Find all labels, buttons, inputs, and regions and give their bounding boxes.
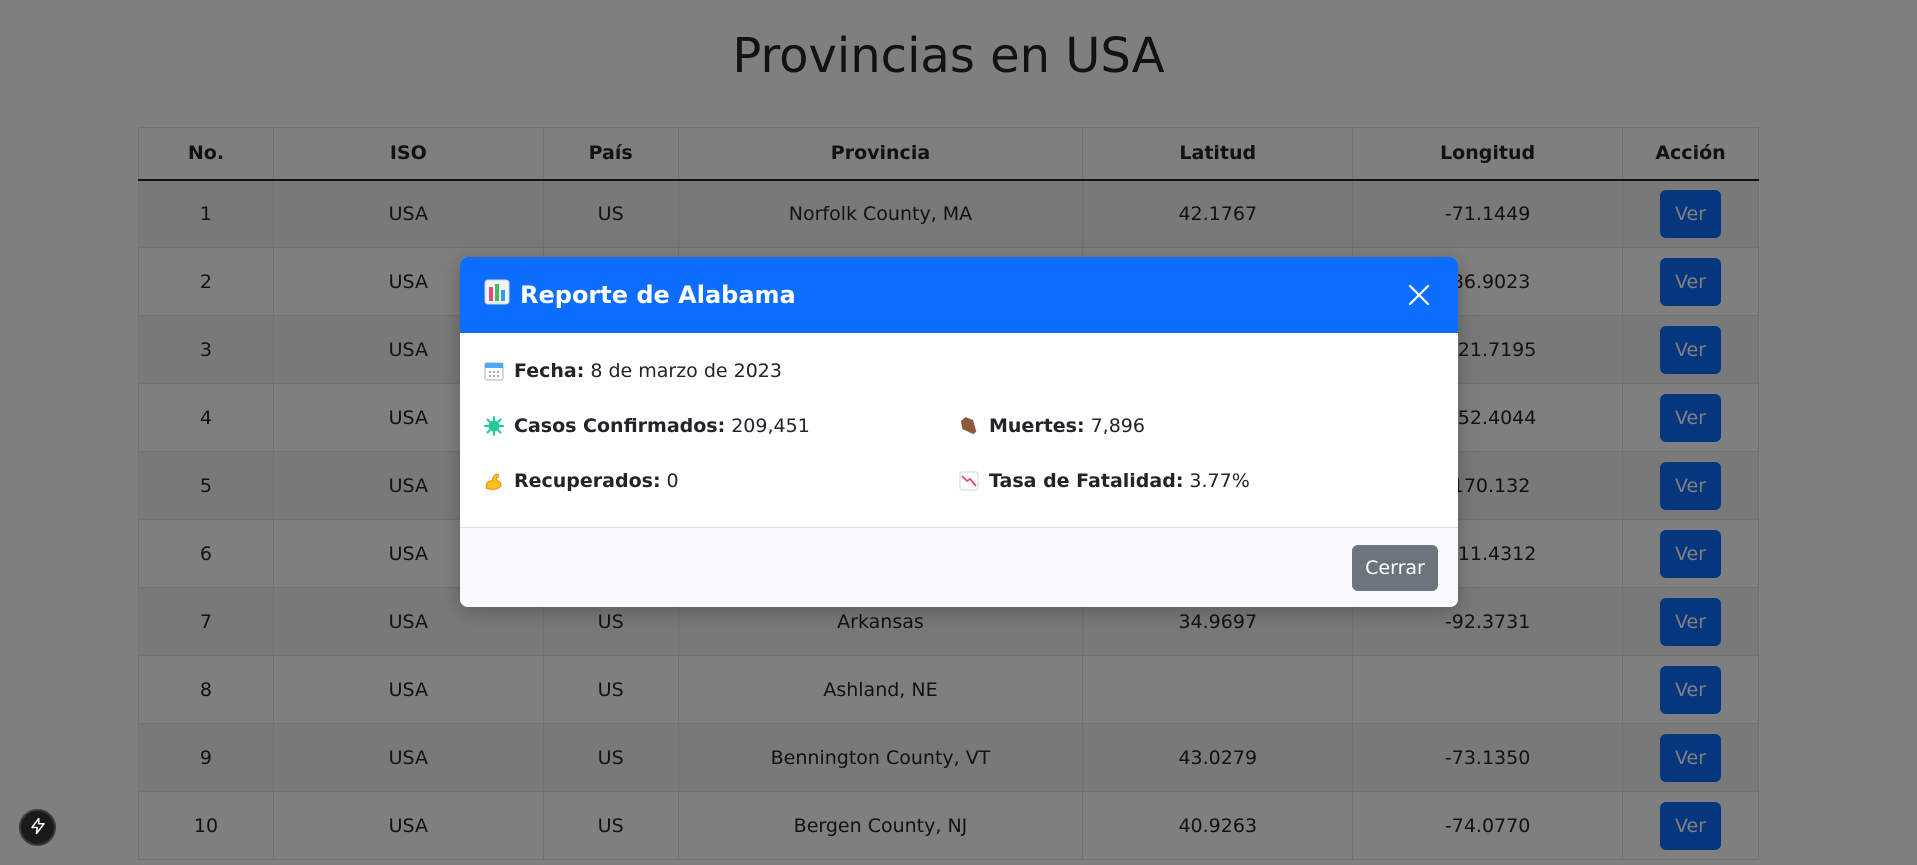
casos-label: Casos Confirmados:	[514, 414, 726, 437]
recuperados-label: Recuperados:	[514, 469, 661, 492]
report-modal: Reporte de Alabama Fecha: 8 de marzo de …	[460, 257, 1458, 607]
tasa-label: Tasa de Fatalidad:	[989, 469, 1184, 492]
muertes-value: 7,896	[1090, 414, 1145, 437]
fecha-row: Fecha: 8 de marzo de 2023	[484, 355, 1434, 386]
modal-body: Fecha: 8 de marzo de 2023 Casos Confirma…	[460, 333, 1458, 527]
modal-header: Reporte de Alabama	[460, 257, 1458, 333]
casos-item: Casos Confirmados: 209,451	[484, 415, 959, 437]
dev-tools-button[interactable]	[19, 809, 56, 846]
close-button[interactable]: Cerrar	[1352, 544, 1438, 591]
chart-decreasing-icon	[959, 471, 979, 491]
bar-chart-icon	[484, 279, 510, 311]
recuperados-tasa-row: Recuperados: 0 Tasa de Fatalidad: 3.77%	[484, 465, 1434, 496]
modal-footer: Cerrar	[460, 527, 1458, 607]
recuperados-item: Recuperados: 0	[484, 470, 959, 492]
fecha-label: Fecha:	[514, 359, 585, 382]
fecha-value: 8 de marzo de 2023	[590, 359, 782, 382]
tasa-value: 3.77%	[1189, 469, 1250, 492]
casos-value: 209,451	[731, 414, 810, 437]
casos-muertes-row: Casos Confirmados: 209,451 Muertes: 7,89…	[484, 410, 1434, 441]
tasa-item: Tasa de Fatalidad: 3.77%	[959, 470, 1434, 492]
calendar-icon	[484, 361, 504, 381]
modal-title: Reporte de Alabama	[484, 279, 796, 311]
modal-title-text: Reporte de Alabama	[520, 281, 796, 309]
coffin-icon	[959, 416, 979, 436]
virus-icon	[484, 415, 504, 436]
muertes-label: Muertes:	[989, 414, 1085, 437]
close-icon[interactable]	[1404, 280, 1434, 310]
lightning-icon	[29, 817, 47, 839]
recuperados-value: 0	[666, 469, 679, 492]
flexed-biceps-icon	[484, 471, 504, 491]
muertes-item: Muertes: 7,896	[959, 415, 1434, 437]
